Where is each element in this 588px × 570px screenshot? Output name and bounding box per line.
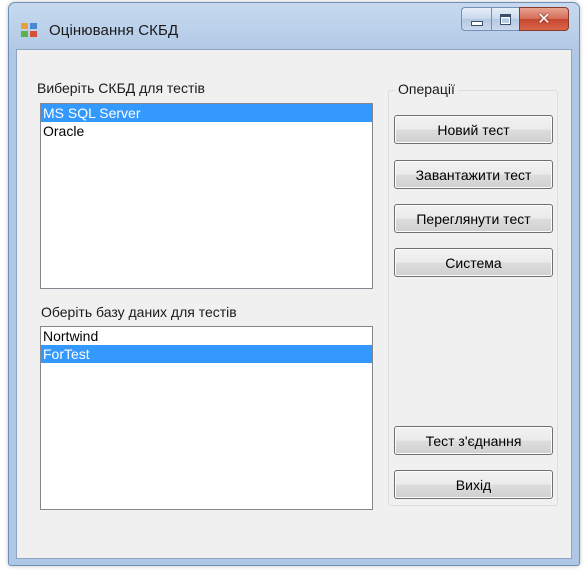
dbms-listbox[interactable]: MS SQL Server Oracle <box>40 103 373 289</box>
exit-button[interactable]: Вихід <box>394 470 553 499</box>
database-list-item[interactable]: ForTest <box>41 345 372 363</box>
load-test-button[interactable]: Завантажити тест <box>394 160 553 189</box>
dbms-label: Виберіть СКБД для тестів <box>37 80 205 96</box>
minimize-button[interactable] <box>461 7 491 31</box>
minimize-icon <box>470 20 483 26</box>
new-test-button[interactable]: Новий тест <box>394 115 553 144</box>
database-label: Оберіть базу даних для тестів <box>41 304 237 320</box>
database-list-item[interactable]: Nortwind <box>41 327 372 345</box>
title-bar[interactable]: Оцінювання СКБД ✕ <box>9 3 579 49</box>
dbms-list-item[interactable]: MS SQL Server <box>41 104 372 122</box>
window-title: Оцінювання СКБД <box>49 22 179 39</box>
close-icon: ✕ <box>537 9 551 28</box>
view-test-button[interactable]: Переглянути тест <box>394 204 553 233</box>
system-button[interactable]: Система <box>394 248 553 277</box>
operations-groupbox: Операції Новий тест Завантажити тест Пер… <box>388 81 558 506</box>
maximize-icon <box>500 13 511 25</box>
close-button[interactable]: ✕ <box>519 7 569 31</box>
main-window: Оцінювання СКБД ✕ Виберіть СКБД для тест… <box>8 2 580 566</box>
window-controls: ✕ <box>461 7 569 31</box>
test-connection-button[interactable]: Тест з'єднання <box>394 426 553 455</box>
client-area: Виберіть СКБД для тестів MS SQL Server O… <box>16 49 572 559</box>
app-icon <box>21 23 39 39</box>
dbms-list-item[interactable]: Oracle <box>41 122 372 140</box>
database-listbox[interactable]: Nortwind ForTest <box>40 326 373 510</box>
maximize-button[interactable] <box>491 7 519 31</box>
operations-legend: Операції <box>395 81 458 97</box>
